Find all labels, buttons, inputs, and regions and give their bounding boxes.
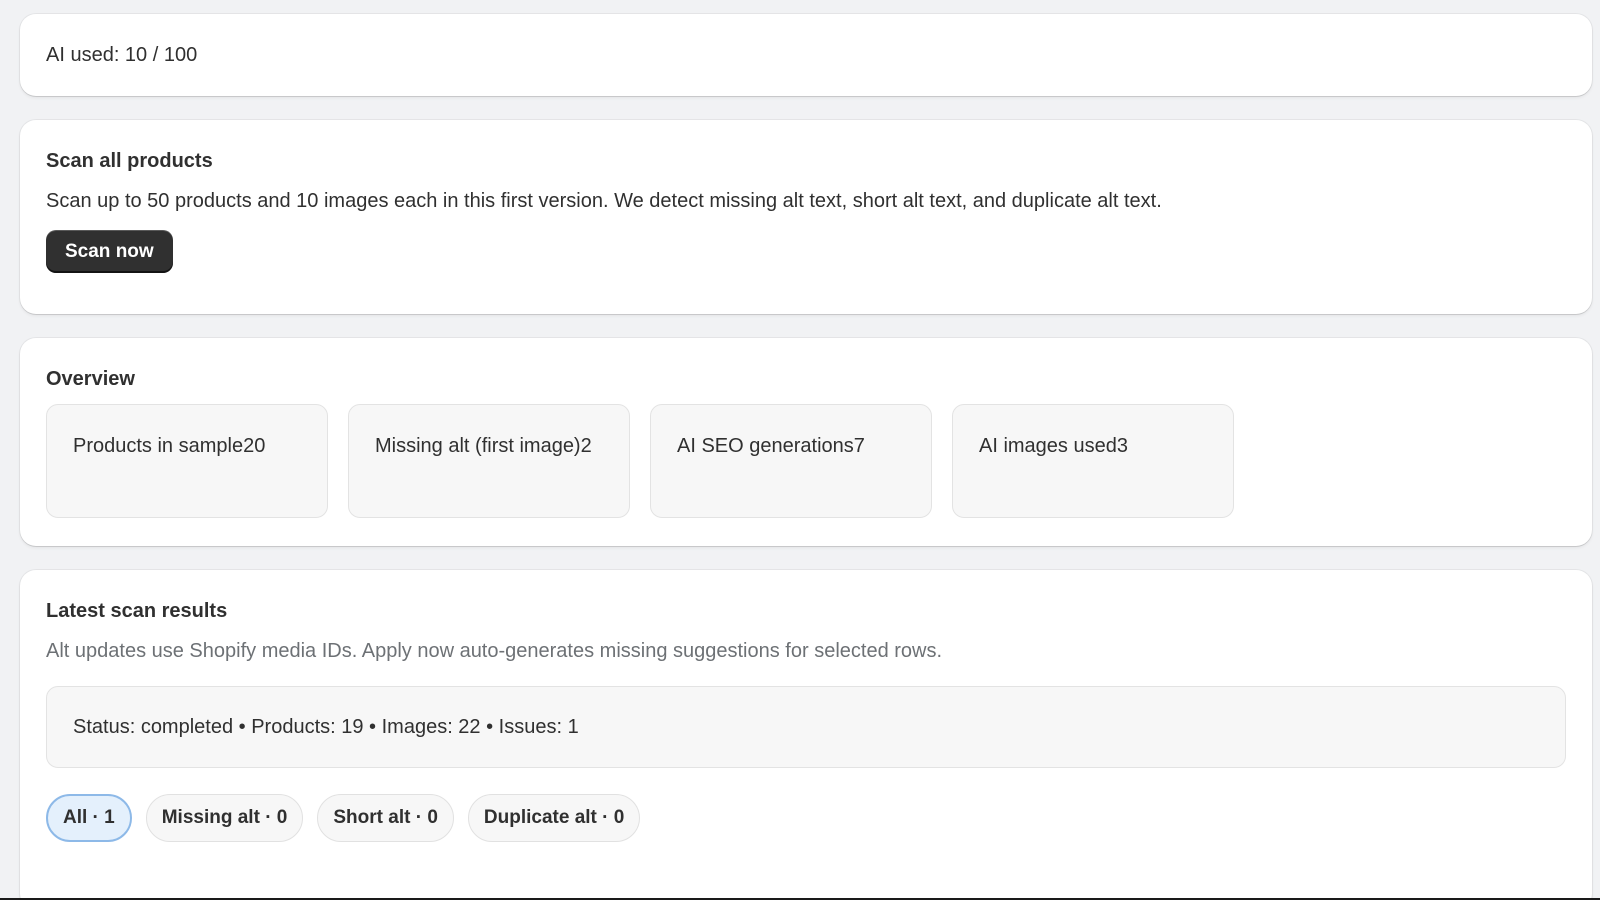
scan-results-card: Latest scan results Alt updates use Shop… <box>20 570 1592 900</box>
scan-status-text: Status: completed • Products: 19 • Image… <box>73 715 579 738</box>
app-page: AI used: 10 / 100 Scan all products Scan… <box>0 0 1600 900</box>
issue-filters: All · 1 Missing alt · 0 Short alt · 0 Du… <box>46 794 1566 842</box>
filter-duplicate-alt[interactable]: Duplicate alt · 0 <box>467 794 641 842</box>
ai-usage-text: AI used: 10 / 100 <box>46 43 198 66</box>
scan-status-box: Status: completed • Products: 19 • Image… <box>46 686 1566 768</box>
overview-title: Overview <box>46 368 135 390</box>
stat-products-in-sample: Products in sample20 <box>46 404 328 518</box>
ai-usage-card: AI used: 10 / 100 <box>20 14 1592 96</box>
scan-now-button[interactable]: Scan now <box>46 230 173 273</box>
scan-description: Scan up to 50 products and 10 images eac… <box>46 190 1162 212</box>
overview-card: Overview Products in sample20 Missing al… <box>20 338 1592 546</box>
stat-ai-images-used: AI images used3 <box>952 404 1234 518</box>
scan-card: Scan all products Scan up to 50 products… <box>20 120 1592 314</box>
stat-ai-seo-generations: AI SEO generations7 <box>650 404 932 518</box>
filter-all[interactable]: All · 1 <box>46 794 132 842</box>
results-description: Alt updates use Shopify media IDs. Apply… <box>46 640 943 662</box>
scan-title: Scan all products <box>46 150 213 172</box>
overview-stats: Products in sample20 Missing alt (first … <box>46 404 1566 518</box>
filter-short-alt[interactable]: Short alt · 0 <box>317 794 454 842</box>
filter-missing-alt[interactable]: Missing alt · 0 <box>145 794 304 842</box>
results-title: Latest scan results <box>46 600 228 622</box>
stat-missing-alt: Missing alt (first image)2 <box>348 404 630 518</box>
